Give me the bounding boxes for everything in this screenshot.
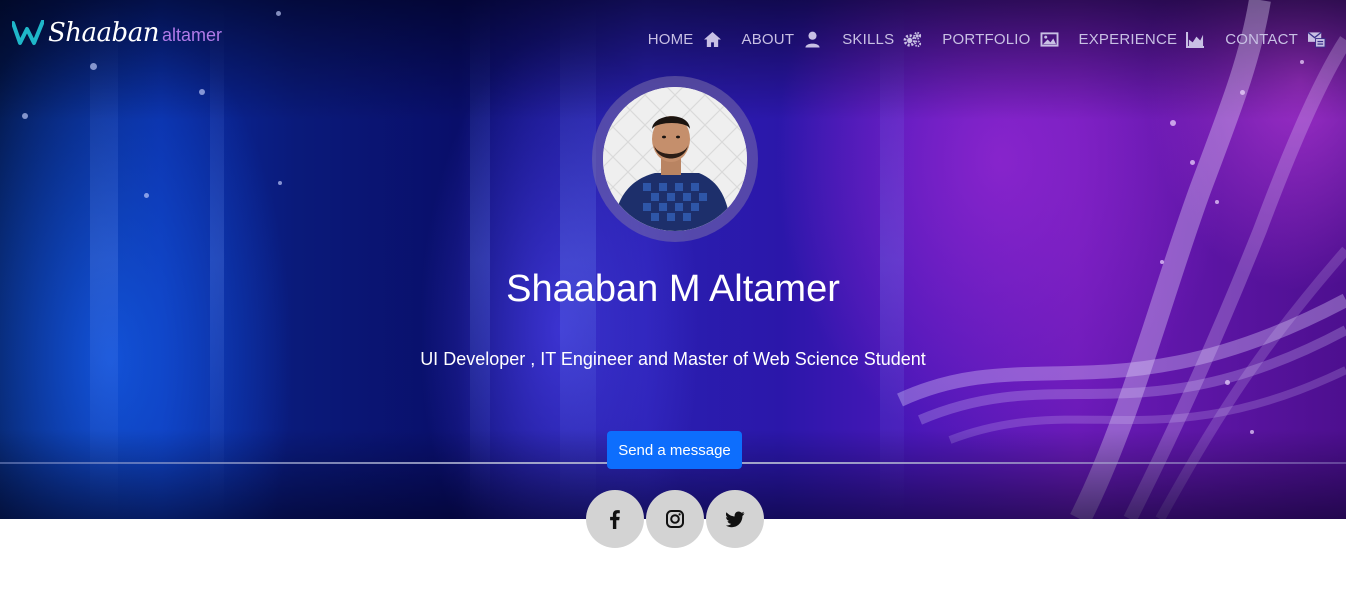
- sparkle-dot: [276, 11, 281, 16]
- nav-item-label: ABOUT: [741, 30, 795, 48]
- nav-item-label: EXPERIENCE: [1078, 30, 1178, 48]
- profile-avatar-frame: [592, 76, 758, 242]
- sparkle-dot: [144, 193, 149, 198]
- nav-item-skills[interactable]: SKILLS: [842, 31, 922, 48]
- nav-item-about[interactable]: ABOUT: [742, 31, 823, 48]
- profile-name: Shaaban M Altamer: [506, 268, 840, 310]
- sparkle-dot: [1160, 260, 1164, 264]
- nav-item-experience[interactable]: EXPERIENCE: [1079, 31, 1206, 48]
- main-nav: HOME ABOUT SKILLS PORTFOLIO EXPERIENCE C…: [628, 28, 1326, 50]
- nav-item-label: HOME: [647, 30, 694, 48]
- nav-item-portfolio[interactable]: PORTFOLIO: [942, 31, 1058, 48]
- nav-item-contact[interactable]: CONTACT: [1225, 31, 1326, 48]
- profile-tagline: UI Developer , IT Engineer and Master of…: [420, 349, 926, 369]
- facebook-button[interactable]: [586, 490, 644, 548]
- twitter-button[interactable]: [706, 490, 764, 548]
- sparkle-dot: [22, 113, 28, 119]
- sparkle-dot: [1240, 90, 1245, 95]
- image-icon: [1040, 31, 1059, 48]
- brand-mark-icon: [12, 20, 44, 45]
- sparkle-dot: [90, 63, 97, 70]
- sparkle-dot: [199, 89, 205, 95]
- nav-item-home[interactable]: HOME: [648, 31, 722, 48]
- sparkle-dot: [1215, 200, 1219, 204]
- sparkle-dot: [1190, 160, 1195, 165]
- sparkle-dot: [1225, 380, 1230, 385]
- brand-sub: altamer: [161, 25, 222, 45]
- nav-item-label: PORTFOLIO: [942, 30, 1031, 48]
- user-icon: [803, 31, 822, 48]
- instagram-button[interactable]: [646, 490, 704, 548]
- nav-item-label: SKILLS: [842, 30, 895, 48]
- gears-icon: [903, 31, 922, 48]
- brand-logo[interactable]: Shaaban altamer: [12, 18, 222, 48]
- profile-avatar: [603, 87, 747, 231]
- home-icon: [703, 31, 722, 48]
- chart-icon: [1186, 31, 1205, 48]
- contact-icon: [1307, 31, 1326, 48]
- nav-item-label: CONTACT: [1225, 30, 1298, 48]
- sparkle-dot: [1170, 120, 1176, 126]
- brand-name: Shaaban: [48, 18, 159, 48]
- twitter-icon: [725, 511, 745, 528]
- send-message-button[interactable]: Send a message: [607, 431, 742, 469]
- facebook-icon: [610, 510, 620, 529]
- sparkle-dot: [278, 181, 282, 185]
- instagram-icon: [666, 510, 684, 528]
- sparkle-dot: [1300, 60, 1304, 64]
